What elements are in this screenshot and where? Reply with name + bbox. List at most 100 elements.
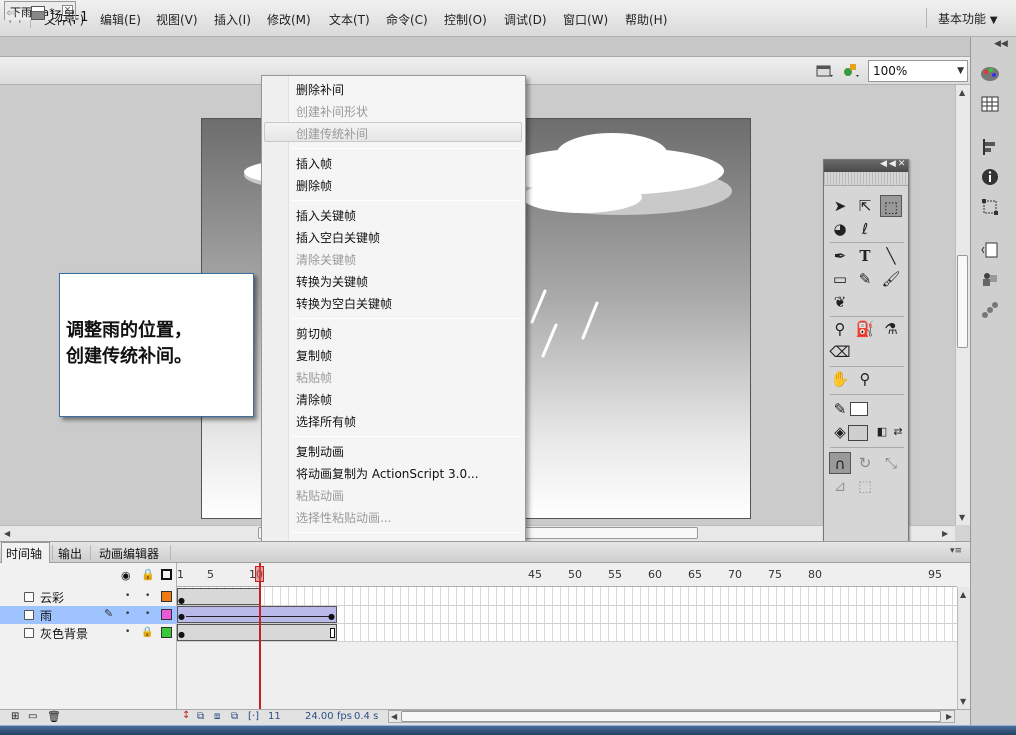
layer-name[interactable]: 雨 — [40, 607, 52, 624]
modify-markers-icon[interactable]: [·] — [248, 711, 259, 722]
smooth-icon[interactable]: ↻ — [854, 452, 876, 474]
bone-tool-icon[interactable]: ⚲ — [829, 318, 851, 340]
layer-name[interactable]: 灰色背景 — [40, 625, 88, 642]
scroll-down-icon[interactable]: ▼ — [959, 513, 965, 522]
tab-timeline[interactable]: 时间轴 — [6, 545, 42, 562]
text-tool-icon[interactable]: T — [854, 245, 876, 267]
playhead-handle[interactable] — [255, 566, 264, 582]
zoom-tool-icon[interactable]: ⚲ — [854, 368, 876, 390]
keyframe-dot[interactable]: ● — [178, 630, 185, 639]
scroll-right-icon[interactable]: ▶ — [942, 529, 948, 538]
menu-item[interactable]: 修改(M) — [267, 11, 311, 28]
center-frame-icon[interactable]: ↕ — [182, 710, 190, 721]
outline-color-swatch[interactable] — [161, 609, 172, 620]
frame-ruler[interactable] — [177, 563, 957, 587]
hand-tool-icon[interactable]: ✋ — [829, 368, 851, 390]
context-menu-item[interactable]: 清除帧 — [296, 391, 332, 408]
context-menu-item[interactable]: 插入关键帧 — [296, 207, 356, 224]
layer-row[interactable]: 灰色背景 • 🔒 — [0, 624, 177, 642]
menu-item[interactable]: 命令(C) — [386, 11, 428, 28]
tools-panel-controls[interactable]: ◀◀✕ — [880, 159, 907, 169]
straighten-icon[interactable]: ⤡ — [880, 452, 902, 474]
new-folder-icon[interactable]: ▭ — [28, 711, 37, 722]
fill-color-swatch[interactable] — [848, 425, 868, 441]
keyframe-dot[interactable]: ● — [178, 596, 185, 605]
expand-panels-icon[interactable]: ◀◀ — [994, 39, 1008, 49]
edit-scene-icon[interactable] — [816, 62, 834, 78]
frame-span-rain-tween[interactable] — [177, 606, 337, 623]
edit-multiple-frames-icon[interactable]: ⧉ — [231, 711, 238, 722]
menu-item[interactable]: 插入(I) — [214, 11, 251, 28]
stroke-color-swatch[interactable] — [850, 402, 868, 416]
outline-icon[interactable] — [161, 569, 172, 580]
timeline-horizontal-scroll-thumb[interactable] — [401, 711, 941, 722]
keyframe-dot[interactable]: ● — [328, 612, 335, 621]
envelope-option-icon[interactable]: ⬚ — [854, 475, 876, 497]
eyedropper-tool-icon[interactable]: ⚗ — [880, 318, 902, 340]
context-menu-item[interactable]: 删除补间 — [296, 81, 344, 98]
zoom-select[interactable]: 100% ▼ — [868, 60, 968, 82]
scroll-right-icon[interactable]: ▶ — [946, 712, 952, 721]
swatches-panel-icon[interactable] — [980, 94, 1000, 114]
deco-tool-icon[interactable]: ❦ — [829, 291, 851, 313]
stage-vertical-scroll-thumb[interactable] — [957, 255, 968, 348]
frame-rate[interactable]: 24.00 fps — [305, 711, 352, 722]
info-panel-icon[interactable] — [980, 167, 1000, 187]
context-menu-item[interactable]: 将动画复制为 ActionScript 3.0... — [296, 465, 479, 482]
lock-dot[interactable]: • — [145, 609, 150, 619]
selection-tool-icon[interactable]: ➤ — [829, 195, 851, 217]
scroll-left-icon[interactable]: ◀ — [4, 529, 10, 538]
context-menu-item[interactable]: 复制帧 — [296, 347, 332, 364]
motion-presets-panel-icon[interactable] — [980, 300, 1000, 320]
free-transform-tool-icon[interactable]: ⬚ — [880, 195, 902, 217]
scroll-left-icon[interactable]: ◀ — [391, 712, 397, 721]
timeline-vertical-scrollbar[interactable] — [957, 587, 970, 709]
brush-tool-icon[interactable]: 🖌 — [880, 268, 902, 290]
lasso-tool-icon[interactable]: ℓ — [854, 218, 876, 240]
stroke-color-icon[interactable]: ✎ — [829, 398, 851, 420]
back-arrow-icon[interactable]: ⇐ — [6, 6, 17, 21]
transform-panel-icon[interactable] — [980, 197, 1000, 217]
tab-motion-editor[interactable]: 动画编辑器 — [99, 545, 159, 562]
context-menu-item[interactable]: 插入空白关键帧 — [296, 229, 380, 246]
edit-symbols-icon[interactable] — [842, 62, 860, 78]
lock-dot[interactable]: • — [145, 591, 150, 601]
subselection-tool-icon[interactable]: ⇱ — [854, 195, 876, 217]
menu-item[interactable]: 控制(O) — [444, 11, 487, 28]
menu-item[interactable]: 帮助(H) — [625, 11, 667, 28]
panel-menu-icon[interactable]: ▾≡ — [950, 546, 962, 556]
distort-option-icon[interactable]: ⊿ — [829, 475, 851, 497]
onion-skin-icon[interactable]: ⧉ — [197, 711, 204, 722]
layer-row[interactable]: 雨 ✎ • • — [0, 606, 177, 624]
outline-color-swatch[interactable] — [161, 627, 172, 638]
scene-label[interactable]: 场景 1 — [50, 6, 88, 25]
line-tool-icon[interactable]: ╲ — [880, 245, 902, 267]
swap-colors-icon[interactable]: ⇄ — [887, 421, 909, 443]
eye-icon[interactable]: ◉ — [121, 569, 131, 582]
layer-row[interactable]: 云彩 • • — [0, 588, 177, 606]
3d-rotation-tool-icon[interactable]: ◕ — [829, 218, 851, 240]
frame-span-cloud[interactable] — [177, 588, 260, 605]
lock-icon[interactable]: 🔒 — [141, 627, 153, 638]
menu-item[interactable]: 窗口(W) — [563, 11, 608, 28]
rectangle-tool-icon[interactable]: ▭ — [829, 268, 851, 290]
scroll-down-icon[interactable]: ▼ — [960, 697, 966, 706]
keyframe-dot[interactable]: ● — [178, 612, 185, 621]
color-panel-icon[interactable] — [980, 64, 1000, 84]
context-menu-item[interactable]: 转换为关键帧 — [296, 273, 368, 290]
pencil-tool-icon[interactable]: ✎ — [854, 268, 876, 290]
context-menu-item[interactable]: 插入帧 — [296, 155, 332, 172]
scroll-up-icon[interactable]: ▲ — [959, 88, 965, 97]
code-snippets-panel-icon[interactable] — [980, 240, 1000, 260]
tab-output[interactable]: 输出 — [58, 545, 82, 562]
visibility-dot[interactable]: • — [125, 627, 130, 637]
components-panel-icon[interactable] — [980, 270, 1000, 290]
context-menu-item[interactable]: 选择所有帧 — [296, 413, 356, 430]
frame-span-background[interactable] — [177, 624, 337, 641]
menu-item[interactable]: 调试(D) — [504, 11, 547, 28]
workspace-switcher[interactable]: 基本功能 ▼ — [938, 10, 998, 27]
menu-item[interactable]: 编辑(E) — [100, 11, 141, 28]
paint-bucket-tool-icon[interactable]: ⛽ — [854, 318, 876, 340]
visibility-dot[interactable]: • — [125, 609, 130, 619]
context-menu-item[interactable]: 转换为空白关键帧 — [296, 295, 392, 312]
